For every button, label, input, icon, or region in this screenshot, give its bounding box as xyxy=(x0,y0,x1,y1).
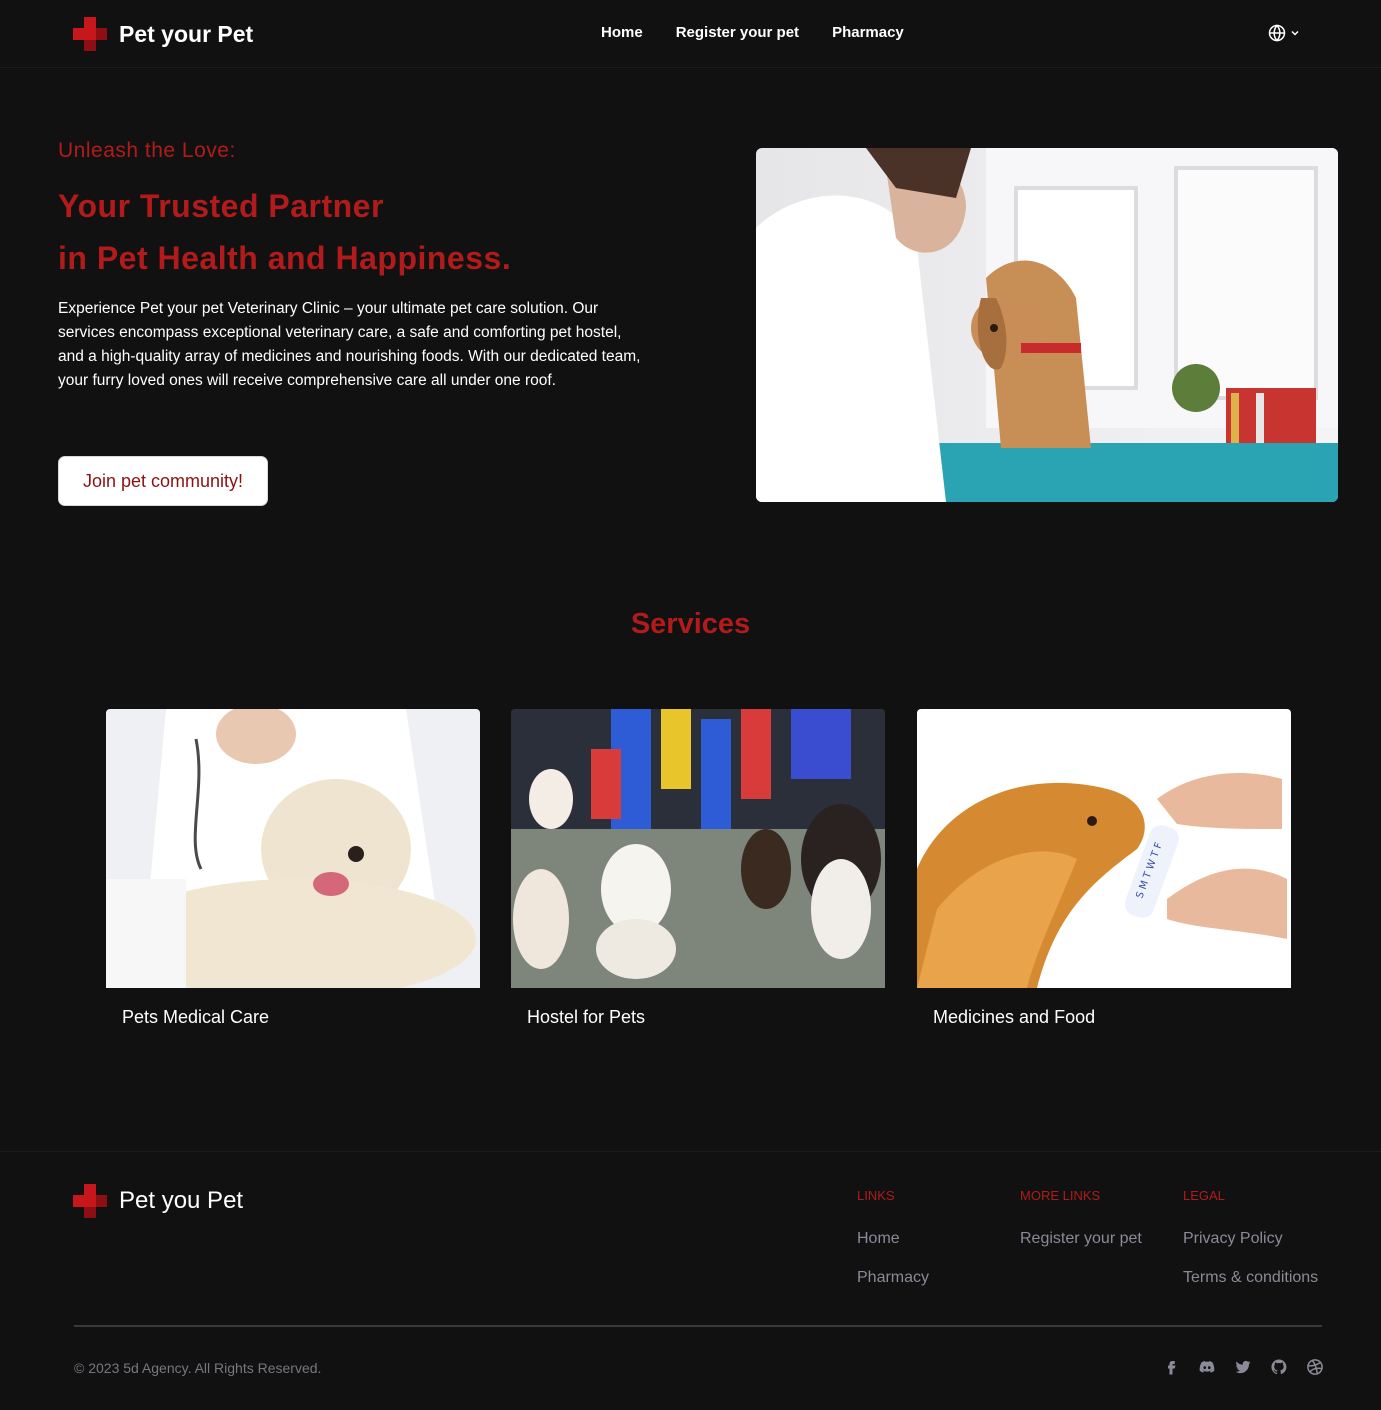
footer-link-terms[interactable]: Terms & conditions xyxy=(1183,1269,1318,1287)
footer-column-heading: LINKS xyxy=(857,1188,895,1203)
copyright-text: © 2023 5d Agency. All Rights Reserved. xyxy=(74,1360,322,1376)
footer-link-register-pet[interactable]: Register your pet xyxy=(1020,1230,1142,1248)
facebook-icon[interactable] xyxy=(1162,1358,1180,1376)
github-icon[interactable] xyxy=(1270,1358,1288,1376)
brand-name: Pet your Pet xyxy=(119,20,254,47)
footer-brand-logo[interactable]: Pet you Pet xyxy=(73,1184,243,1218)
twitter-icon[interactable] xyxy=(1234,1358,1252,1376)
site-header: Pet your Pet Home Register your pet Phar… xyxy=(0,0,1381,68)
discord-icon[interactable] xyxy=(1198,1358,1216,1376)
brand-logo[interactable]: Pet your Pet xyxy=(73,16,253,52)
join-community-button[interactable]: Join pet community! xyxy=(58,456,268,506)
language-selector[interactable] xyxy=(1268,24,1301,42)
footer-column-more-links: MORE LINKS Register your pet xyxy=(1020,1188,1142,1269)
hero-title-line-1: Your Trusted Partner xyxy=(58,188,384,224)
social-links xyxy=(1162,1358,1324,1376)
medical-care-image xyxy=(106,709,480,988)
hero-image-vet-with-dog xyxy=(756,148,1338,502)
footer-column-heading: LEGAL xyxy=(1183,1188,1225,1203)
service-card-hostel[interactable]: Hostel for Pets xyxy=(511,709,885,1047)
footer-column-heading: MORE LINKS xyxy=(1020,1188,1101,1203)
dribbble-icon[interactable] xyxy=(1306,1358,1324,1376)
medical-cross-icon xyxy=(73,1184,107,1218)
nav-pharmacy[interactable]: Pharmacy xyxy=(832,24,904,41)
medicines-food-image: S M T W T F xyxy=(917,709,1291,988)
medical-cross-icon xyxy=(73,17,107,51)
service-card-medicines-food[interactable]: S M T W T F Medicines and Food xyxy=(917,709,1291,1047)
footer-column-legal: LEGAL Privacy Policy Terms & conditions xyxy=(1183,1188,1318,1308)
hero-title: Your Trusted Partner in Pet Health and H… xyxy=(58,180,511,284)
site-footer: Pet you Pet LINKS Home Pharmacy MORE LIN… xyxy=(0,1151,1381,1410)
hero-title-line-2: in Pet Health and Happiness. xyxy=(58,240,512,276)
service-label: Hostel for Pets xyxy=(527,1007,646,1027)
footer-link-home[interactable]: Home xyxy=(857,1230,929,1248)
hostel-image xyxy=(511,709,885,988)
globe-icon xyxy=(1268,24,1286,42)
chevron-down-icon xyxy=(1291,30,1299,36)
footer-link-pharmacy[interactable]: Pharmacy xyxy=(857,1269,929,1287)
footer-column-links: LINKS Home Pharmacy xyxy=(857,1188,929,1308)
hero-description: Experience Pet your pet Veterinary Clini… xyxy=(58,300,641,389)
service-card-medical-care[interactable]: Pets Medical Care xyxy=(106,709,480,1047)
footer-link-privacy-policy[interactable]: Privacy Policy xyxy=(1183,1230,1318,1248)
service-label: Medicines and Food xyxy=(933,1007,1096,1027)
footer-brand-name: Pet you Pet xyxy=(119,1187,244,1214)
footer-divider xyxy=(74,1325,1322,1327)
hero-eyebrow: Unleash the Love: xyxy=(58,139,236,162)
main-nav: Home Register your pet Pharmacy xyxy=(601,24,904,41)
nav-register-pet[interactable]: Register your pet xyxy=(676,24,799,41)
nav-home[interactable]: Home xyxy=(601,24,643,41)
service-label: Pets Medical Care xyxy=(122,1007,270,1027)
services-title: Services xyxy=(630,608,751,640)
